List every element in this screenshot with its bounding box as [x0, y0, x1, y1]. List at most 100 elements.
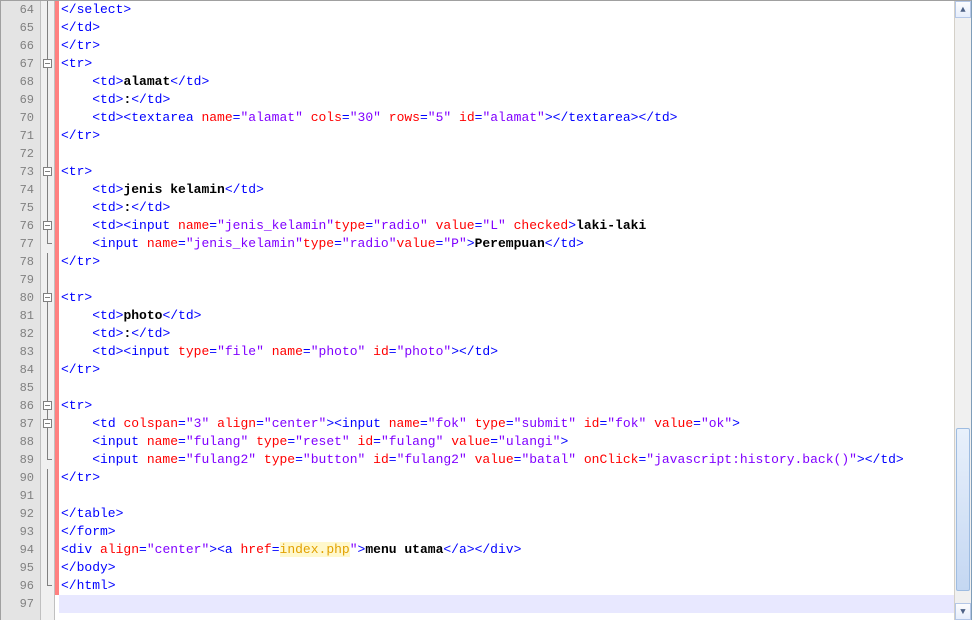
line-number: 74 — [1, 181, 40, 199]
code-line[interactable]: <div align="center"><a href=index.php">m… — [59, 541, 954, 559]
fold-toggle-icon[interactable] — [43, 167, 52, 176]
fold-toggle-icon[interactable] — [43, 293, 52, 302]
fold-cell — [41, 469, 54, 487]
code-line[interactable]: </select> — [59, 1, 954, 19]
line-number: 78 — [1, 253, 40, 271]
line-number: 65 — [1, 19, 40, 37]
line-number: 87 — [1, 415, 40, 433]
line-number: 68 — [1, 73, 40, 91]
line-number: 92 — [1, 505, 40, 523]
code-line[interactable] — [59, 271, 954, 289]
fold-cell — [41, 523, 54, 541]
line-number: 67 — [1, 55, 40, 73]
fold-cell[interactable] — [41, 415, 54, 433]
fold-cell — [41, 1, 54, 19]
fold-cell — [41, 325, 54, 343]
line-number: 96 — [1, 577, 40, 595]
line-number: 97 — [1, 595, 40, 613]
vertical-scrollbar[interactable]: ▲ ▼ — [954, 1, 971, 620]
fold-column[interactable] — [41, 1, 55, 620]
fold-cell — [41, 127, 54, 145]
fold-cell — [41, 559, 54, 577]
line-number: 66 — [1, 37, 40, 55]
line-number: 69 — [1, 91, 40, 109]
scroll-up-button[interactable]: ▲ — [955, 1, 971, 18]
fold-cell — [41, 145, 54, 163]
code-line[interactable]: <input name="fulang" type="reset" id="fu… — [59, 433, 954, 451]
code-line[interactable]: </tr> — [59, 127, 954, 145]
code-line[interactable]: </tr> — [59, 253, 954, 271]
scroll-thumb[interactable] — [956, 428, 970, 592]
code-line[interactable] — [59, 145, 954, 163]
code-line[interactable]: <tr> — [59, 163, 954, 181]
fold-cell — [41, 199, 54, 217]
fold-toggle-icon[interactable] — [43, 59, 52, 68]
code-line[interactable]: <tr> — [59, 397, 954, 415]
code-line[interactable]: </form> — [59, 523, 954, 541]
fold-cell[interactable] — [41, 289, 54, 307]
code-line[interactable]: <td><textarea name="alamat" cols="30" ro… — [59, 109, 954, 127]
code-line[interactable]: <td>alamat</td> — [59, 73, 954, 91]
fold-cell — [41, 379, 54, 397]
line-number: 82 — [1, 325, 40, 343]
code-line[interactable]: <td>:</td> — [59, 91, 954, 109]
fold-cell — [41, 181, 54, 199]
code-line[interactable]: <td><input type="file" name="photo" id="… — [59, 343, 954, 361]
line-number: 90 — [1, 469, 40, 487]
code-line[interactable]: <td>jenis kelamin</td> — [59, 181, 954, 199]
code-line[interactable]: <tr> — [59, 289, 954, 307]
fold-cell[interactable] — [41, 217, 54, 235]
code-line[interactable]: <td><input name="jenis_kelamin"type="rad… — [59, 217, 954, 235]
line-number: 75 — [1, 199, 40, 217]
code-line[interactable]: </tr> — [59, 469, 954, 487]
fold-cell — [41, 253, 54, 271]
code-line[interactable] — [59, 595, 954, 613]
code-line[interactable]: <td colspan="3" align="center"><input na… — [59, 415, 954, 433]
code-line[interactable]: </tr> — [59, 361, 954, 379]
fold-cell[interactable] — [41, 397, 54, 415]
line-number-gutter[interactable]: 6465666768697071727374757677787980818283… — [1, 1, 41, 620]
fold-cell — [41, 451, 54, 469]
code-line[interactable]: </table> — [59, 505, 954, 523]
line-number: 84 — [1, 361, 40, 379]
code-line[interactable] — [59, 487, 954, 505]
line-number: 73 — [1, 163, 40, 181]
code-line[interactable]: <td>:</td> — [59, 199, 954, 217]
line-number: 85 — [1, 379, 40, 397]
code-line[interactable]: </body> — [59, 559, 954, 577]
code-line[interactable]: </td> — [59, 19, 954, 37]
code-line[interactable]: <tr> — [59, 55, 954, 73]
line-number: 94 — [1, 541, 40, 559]
fold-cell — [41, 505, 54, 523]
fold-toggle-icon[interactable] — [43, 221, 52, 230]
scroll-down-button[interactable]: ▼ — [955, 603, 971, 620]
fold-toggle-icon[interactable] — [43, 419, 52, 428]
code-line[interactable]: </html> — [59, 577, 954, 595]
fold-toggle-icon[interactable] — [43, 401, 52, 410]
line-number: 79 — [1, 271, 40, 289]
line-number: 71 — [1, 127, 40, 145]
line-number: 95 — [1, 559, 40, 577]
fold-cell — [41, 541, 54, 559]
fold-cell — [41, 37, 54, 55]
line-number: 91 — [1, 487, 40, 505]
code-line[interactable] — [59, 379, 954, 397]
fold-cell — [41, 19, 54, 37]
fold-cell — [41, 433, 54, 451]
fold-cell[interactable] — [41, 55, 54, 73]
code-line[interactable]: <input name="fulang2" type="button" id="… — [59, 451, 954, 469]
code-area[interactable]: </select></td></tr><tr> <td>alamat</td> … — [59, 1, 954, 620]
fold-cell[interactable] — [41, 163, 54, 181]
fold-cell — [41, 235, 54, 253]
scroll-track[interactable] — [955, 18, 971, 603]
line-number: 88 — [1, 433, 40, 451]
line-number: 81 — [1, 307, 40, 325]
fold-cell — [41, 73, 54, 91]
code-line[interactable]: <input name="jenis_kelamin"type="radio"v… — [59, 235, 954, 253]
code-line[interactable]: <td>:</td> — [59, 325, 954, 343]
fold-cell — [41, 91, 54, 109]
code-line[interactable]: </tr> — [59, 37, 954, 55]
line-number: 72 — [1, 145, 40, 163]
line-number: 83 — [1, 343, 40, 361]
code-line[interactable]: <td>photo</td> — [59, 307, 954, 325]
